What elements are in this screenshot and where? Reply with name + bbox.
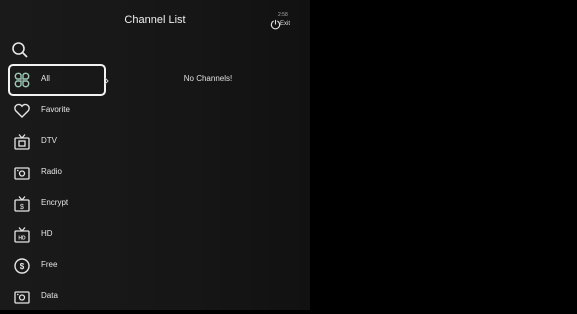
menu-item-favorite[interactable]: Favorite [10,97,104,125]
radio-icon [14,167,30,180]
menu-item-label: Radio [41,167,62,176]
heart-icon [14,103,30,118]
svg-text:$: $ [20,262,25,271]
menu-item-dtv[interactable]: DTV [10,128,104,156]
menu-item-label: Favorite [41,105,70,114]
menu-item-label: Encrypt [41,198,69,207]
menu-item-label: DTV [41,136,57,145]
hd-icon: HD [14,227,30,243]
menu-item-free[interactable]: $ Free [10,252,104,280]
free-icon: $ [14,258,30,274]
menu-item-data[interactable]: Data [10,283,104,311]
menu-item-label: Free [41,260,58,269]
chevron-right-icon [104,77,109,85]
menu-item-label: Data [41,291,58,300]
category-menu: All Favorite DTV Radio $ Encrypt HD HD $… [8,64,110,314]
menu-item-encrypt[interactable]: $ Encrypt [10,190,104,218]
svg-text:HD: HD [18,236,26,242]
channel-list-panel: Channel List 2:58 Exit All Favorite DTV … [0,0,310,310]
empty-state-message: No Channels! [183,74,233,83]
menu-item-radio[interactable]: Radio [10,159,104,187]
menu-item-all[interactable]: All [8,64,106,96]
exit-label: Exit [280,21,291,27]
search-icon[interactable] [10,40,30,60]
grid-icon [14,72,30,88]
svg-text:$: $ [20,204,24,211]
encrypt-icon: $ [14,196,30,212]
menu-item-hd[interactable]: HD HD [10,221,104,249]
exit-button[interactable]: 2:58 Exit [268,12,300,34]
menu-item-label: HD [41,229,53,238]
page-title: Channel List [124,14,186,26]
data-icon [14,291,30,304]
menu-item-label: All [41,74,50,83]
exit-top-text: 2:58 [278,12,288,18]
tv-icon [14,134,30,150]
